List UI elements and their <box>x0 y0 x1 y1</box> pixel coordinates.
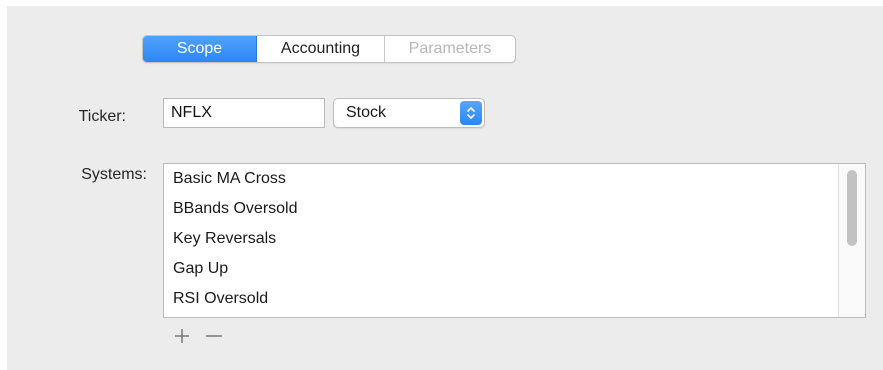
security-type-select[interactable]: Stock <box>333 98 485 128</box>
remove-system-button[interactable] <box>204 326 224 346</box>
chevron-up-down-icon <box>460 101 482 125</box>
plus-icon <box>175 329 189 343</box>
security-type-value: Stock <box>346 104 387 121</box>
list-item[interactable]: BBands Oversold <box>173 199 298 219</box>
list-item[interactable]: Key Reversals <box>173 229 276 249</box>
add-system-button[interactable] <box>172 326 192 346</box>
scroll-thumb[interactable] <box>847 170 857 246</box>
ticker-label: Ticker: <box>78 108 126 125</box>
systems-scrollbar[interactable] <box>838 164 865 317</box>
minus-icon <box>206 335 222 337</box>
tab-scope[interactable]: Scope <box>143 36 257 62</box>
tab-parameters: Parameters <box>408 40 492 57</box>
systems-list[interactable]: Basic MA Cross BBands Oversold Key Rever… <box>163 163 866 318</box>
tab-accounting[interactable]: Accounting <box>257 36 385 62</box>
list-item[interactable]: RSI Oversold <box>173 289 268 309</box>
list-item[interactable]: Basic MA Cross <box>173 169 286 189</box>
systems-label: Systems: <box>81 166 147 183</box>
tab-bar: Scope Accounting Parameters <box>142 35 516 63</box>
list-item[interactable]: Gap Up <box>173 259 228 279</box>
ticker-input[interactable] <box>163 98 325 128</box>
